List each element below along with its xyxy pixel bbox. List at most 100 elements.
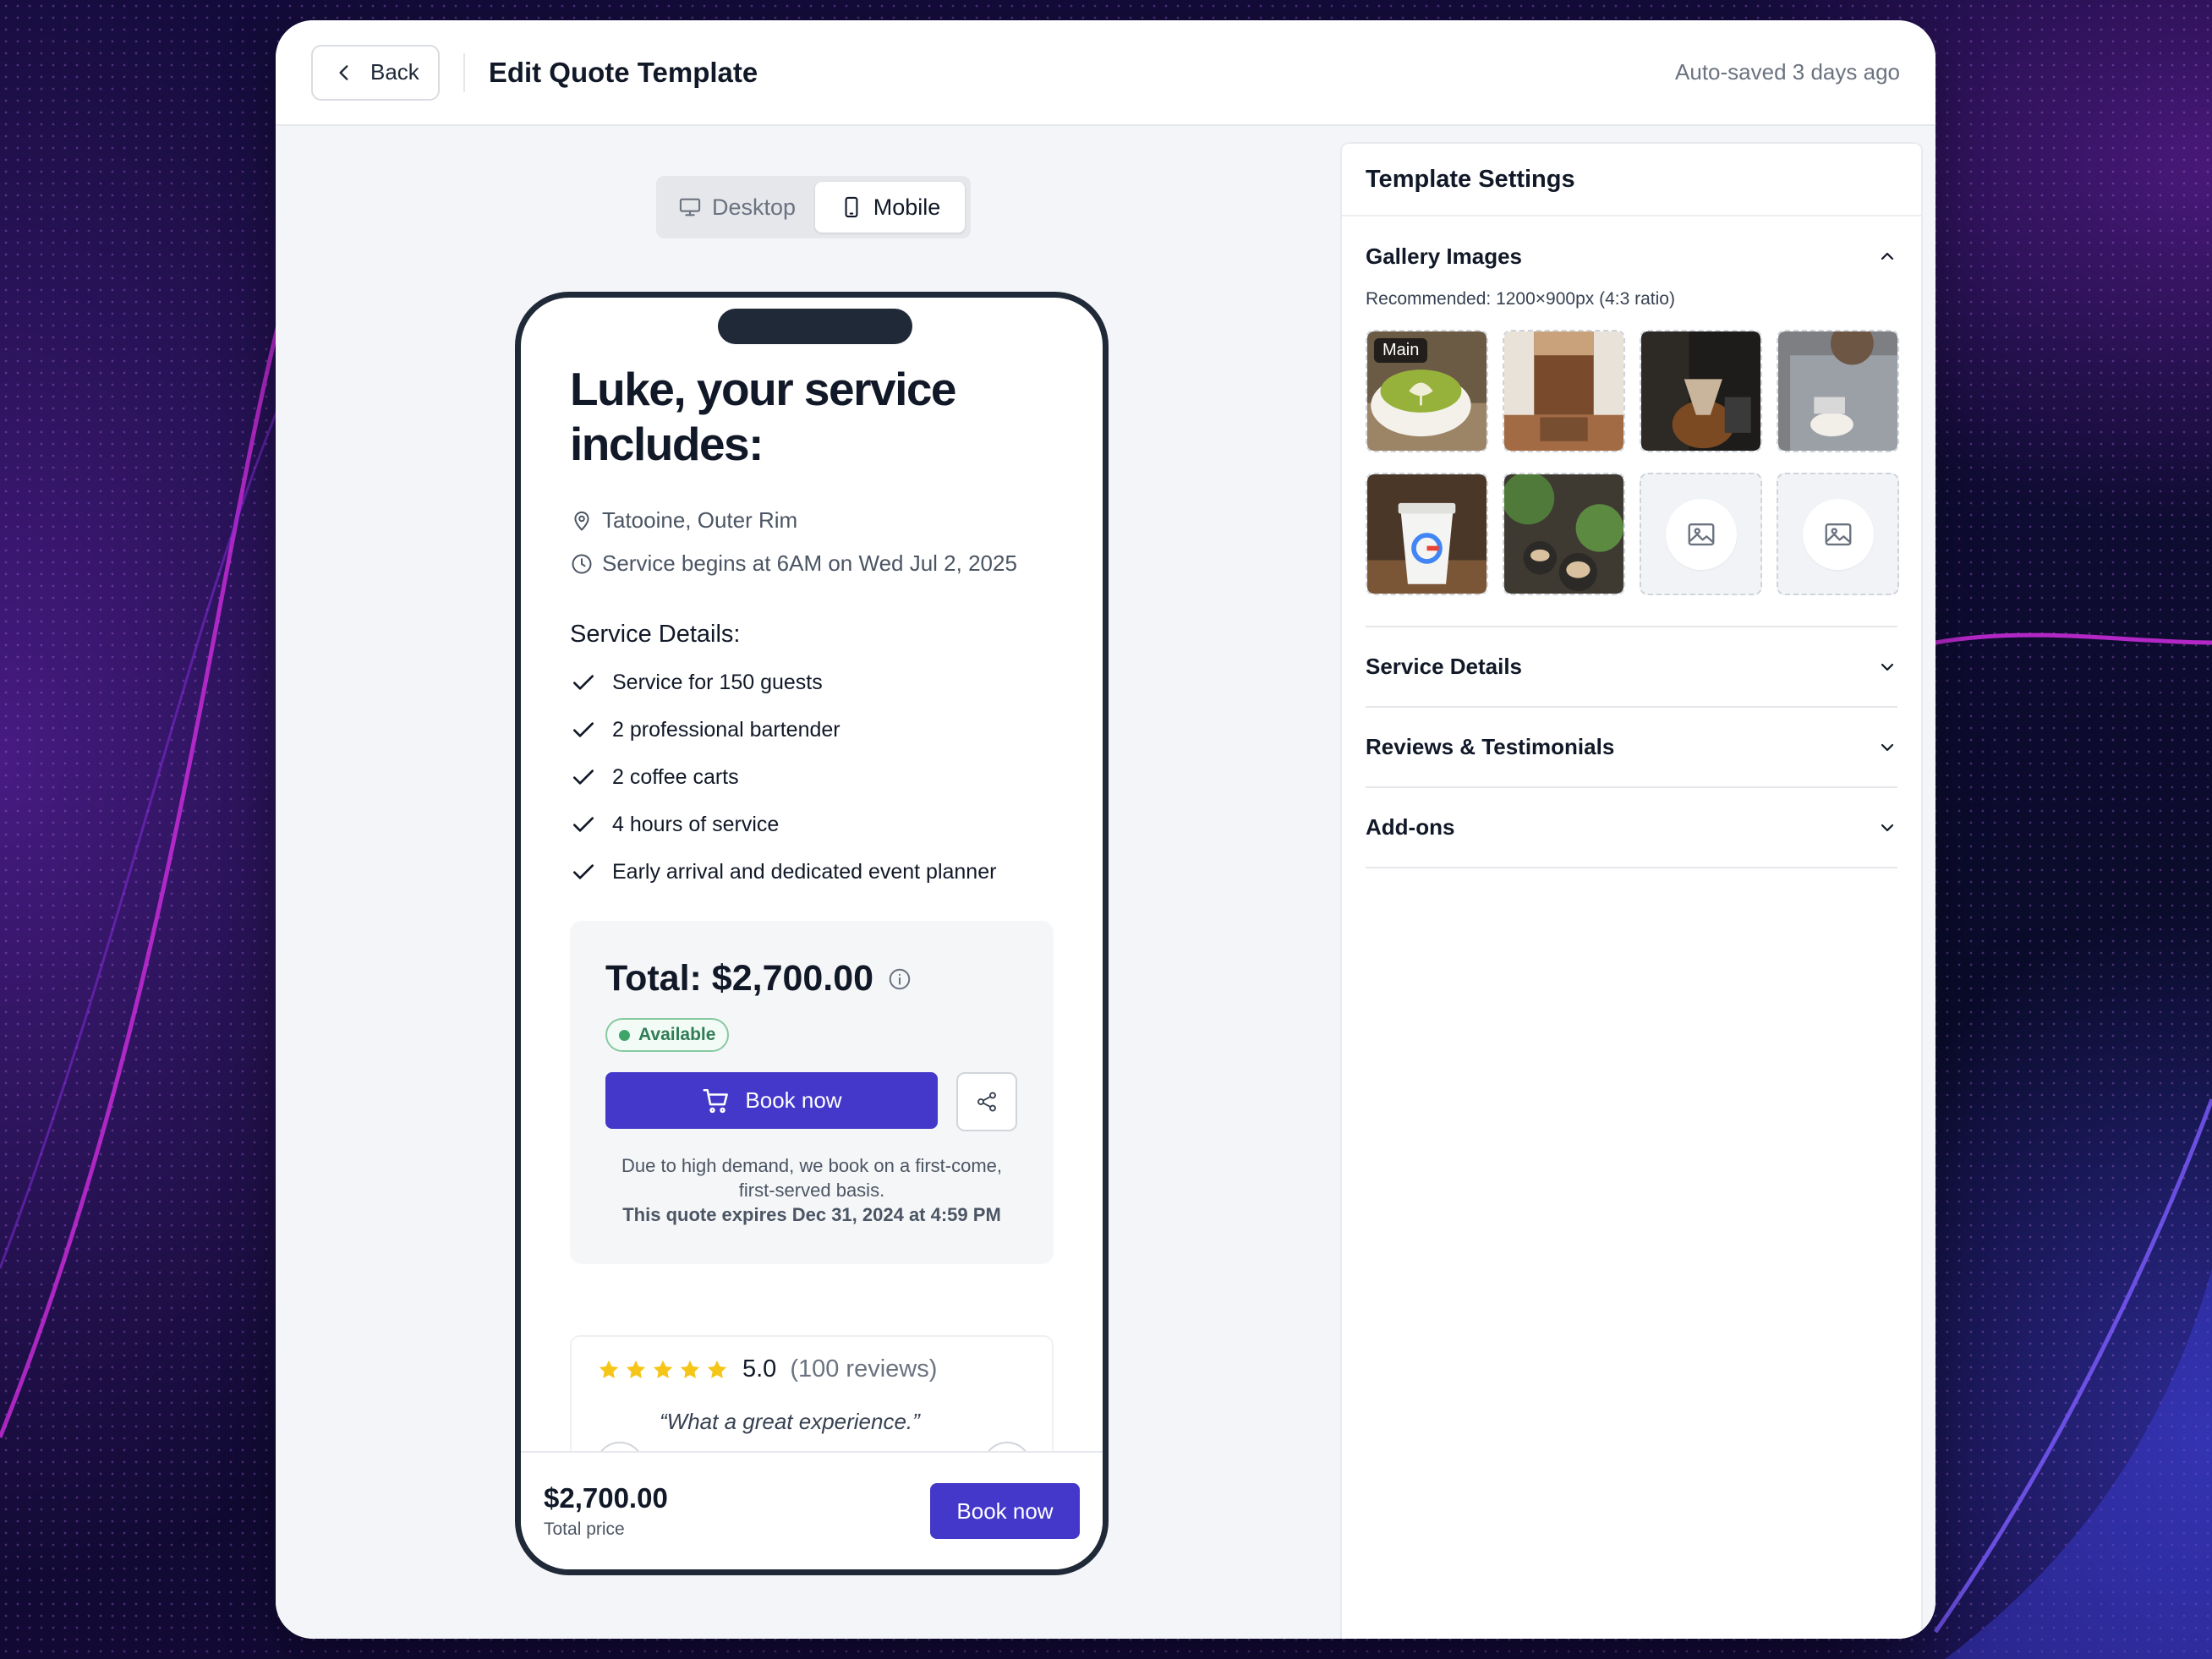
chevron-up-icon: [1881, 252, 1894, 260]
gallery-image-iced-coffee[interactable]: [1503, 330, 1625, 452]
list-item: Early arrival and dedicated event planne…: [570, 858, 1054, 885]
availability-badge: Available: [605, 1018, 730, 1052]
desktop-view-option[interactable]: Desktop: [662, 182, 812, 233]
main-image-badge: Main: [1374, 338, 1428, 363]
star-icon: [626, 1360, 646, 1378]
availability-text: Available: [638, 1025, 716, 1044]
clock-icon: [572, 554, 592, 573]
gallery-images-section: Gallery Images Recommended: 1200×900px (…: [1366, 218, 1899, 627]
star-rating: [597, 1358, 729, 1382]
demand-note: Due to high demand, we book on a first-c…: [621, 1155, 1003, 1201]
footer-price-label: Total price: [544, 1519, 625, 1539]
preview-scroll-area[interactable]: Luke, your service includes: Tatooine, O…: [521, 298, 1103, 1451]
next-testimonial-button[interactable]: [983, 1442, 1032, 1451]
info-icon[interactable]: [887, 966, 912, 992]
shopping-cart-icon: [703, 1088, 729, 1113]
chevron-down-icon: [1881, 663, 1894, 671]
google-cup-image: [1367, 474, 1487, 594]
share-button[interactable]: [956, 1072, 1017, 1131]
event-meta: Tatooine, Outer Rim Service begins at 6A…: [570, 507, 1054, 577]
back-button[interactable]: Back: [311, 44, 440, 101]
section-title: Reviews & Testimonials: [1366, 734, 1615, 759]
page-title: Edit Quote Template: [488, 56, 758, 88]
reviews-card: 5.0 (100 reviews) “What a great experien…: [570, 1335, 1054, 1451]
total-line: Total: $2,700.00: [605, 958, 1018, 999]
section-title: Service Details: [1366, 654, 1523, 679]
mobile-view-option[interactable]: Mobile: [815, 182, 965, 233]
map-pin-icon: [574, 511, 589, 530]
list-item-text: Service for 150 guests: [612, 670, 823, 694]
gallery-empty-slot[interactable]: [1640, 473, 1762, 595]
add-ons-section: Add-ons: [1366, 788, 1897, 868]
chevron-left-icon: [339, 64, 348, 80]
desktop-label: Desktop: [711, 194, 797, 220]
top-bar: Back Edit Quote Template Auto-saved 3 da…: [276, 20, 1936, 126]
editor-window: Back Edit Quote Template Auto-saved 3 da…: [276, 20, 1936, 1639]
gallery-images-header[interactable]: Gallery Images: [1366, 218, 1897, 294]
reviews-section: Reviews & Testimonials: [1366, 708, 1897, 788]
list-item: 4 hours of service: [570, 811, 1054, 838]
review-count: (100 reviews): [790, 1355, 938, 1382]
footer-price: $2,700.00: [544, 1482, 668, 1514]
service-details-title: Service Details:: [570, 621, 741, 648]
list-item-text: 2 coffee carts: [612, 764, 739, 789]
status-dot: [619, 1029, 630, 1041]
monitor-icon: [679, 198, 701, 216]
star-icon: [599, 1360, 619, 1378]
smartphone-icon: [845, 196, 858, 218]
footer-book-now-button[interactable]: Book now: [930, 1483, 1080, 1539]
list-item: 2 coffee carts: [570, 764, 1054, 791]
add-image-circle: [1665, 498, 1737, 570]
gallery-image-matcha-latte[interactable]: Main: [1366, 330, 1488, 452]
gallery-image-latte-plants[interactable]: [1503, 473, 1625, 595]
list-item-text: Early arrival and dedicated event planne…: [612, 859, 997, 884]
gallery-image-google-cup[interactable]: [1366, 473, 1488, 595]
reviews-header[interactable]: Reviews & Testimonials: [1366, 708, 1897, 786]
rating-value: 5.0: [742, 1355, 777, 1382]
add-ons-header[interactable]: Add-ons: [1366, 788, 1897, 867]
list-item: 2 professional bartender: [570, 716, 1054, 743]
check-icon: [573, 817, 594, 832]
latte-plants-image: [1504, 474, 1623, 594]
add-image-circle: [1802, 498, 1874, 570]
action-row: Book now: [605, 1072, 1018, 1131]
gallery-image-barista-pouring[interactable]: [1777, 330, 1899, 452]
list-item-text: 4 hours of service: [612, 812, 780, 836]
location-text: Tatooine, Outer Rim: [602, 507, 798, 533]
testimonial-quote: “What a great experience.”: [660, 1409, 920, 1434]
barista-pouring-image: [1778, 331, 1897, 451]
service-details-header[interactable]: Service Details: [1366, 627, 1897, 706]
iced-coffee-image: [1504, 331, 1623, 451]
gallery-empty-slot[interactable]: [1777, 473, 1899, 595]
panel-title: Template Settings: [1342, 144, 1921, 216]
mobile-label: Mobile: [873, 194, 941, 220]
autosave-status: Auto-saved 3 days ago: [1675, 59, 1900, 85]
prev-testimonial-button[interactable]: [595, 1442, 644, 1451]
check-icon: [573, 864, 594, 879]
star-icon: [680, 1360, 700, 1378]
back-label: Back: [370, 59, 419, 85]
star-icon: [707, 1360, 727, 1378]
list-item-text: 2 professional bartender: [612, 717, 840, 742]
list-item: Service for 150 guests: [570, 669, 1054, 696]
expiry-note: This quote expires Dec 31, 2024 at 4:59 …: [622, 1204, 1001, 1225]
check-icon: [573, 722, 594, 737]
gallery-image-pour-over[interactable]: [1640, 330, 1762, 452]
image-placeholder-icon: [1688, 523, 1714, 545]
book-now-button[interactable]: Book now: [605, 1072, 938, 1129]
section-title: Add-ons: [1366, 814, 1455, 840]
pour-over-image: [1641, 331, 1760, 451]
quote-headline: Luke, your service includes:: [570, 363, 957, 470]
service-details-section: Service Details: [1366, 627, 1897, 708]
schedule-row: Service begins at 6AM on Wed Jul 2, 2025: [570, 550, 1054, 577]
rating-row: 5.0 (100 reviews): [597, 1355, 1027, 1383]
divider: [463, 52, 465, 92]
mobile-preview: Luke, your service includes: Tatooine, O…: [515, 292, 1109, 1575]
book-now-label: Book now: [745, 1087, 842, 1113]
gallery-hint: Recommended: 1200×900px (4:3 ratio): [1366, 289, 1675, 309]
star-icon: [653, 1360, 673, 1378]
device-toggle: Desktop Mobile: [656, 176, 971, 238]
share-icon: [977, 1092, 996, 1112]
editor-content: Desktop Mobile Luke, your service includ…: [276, 126, 1936, 1639]
schedule-text: Service begins at 6AM on Wed Jul 2, 2025: [602, 550, 1017, 576]
